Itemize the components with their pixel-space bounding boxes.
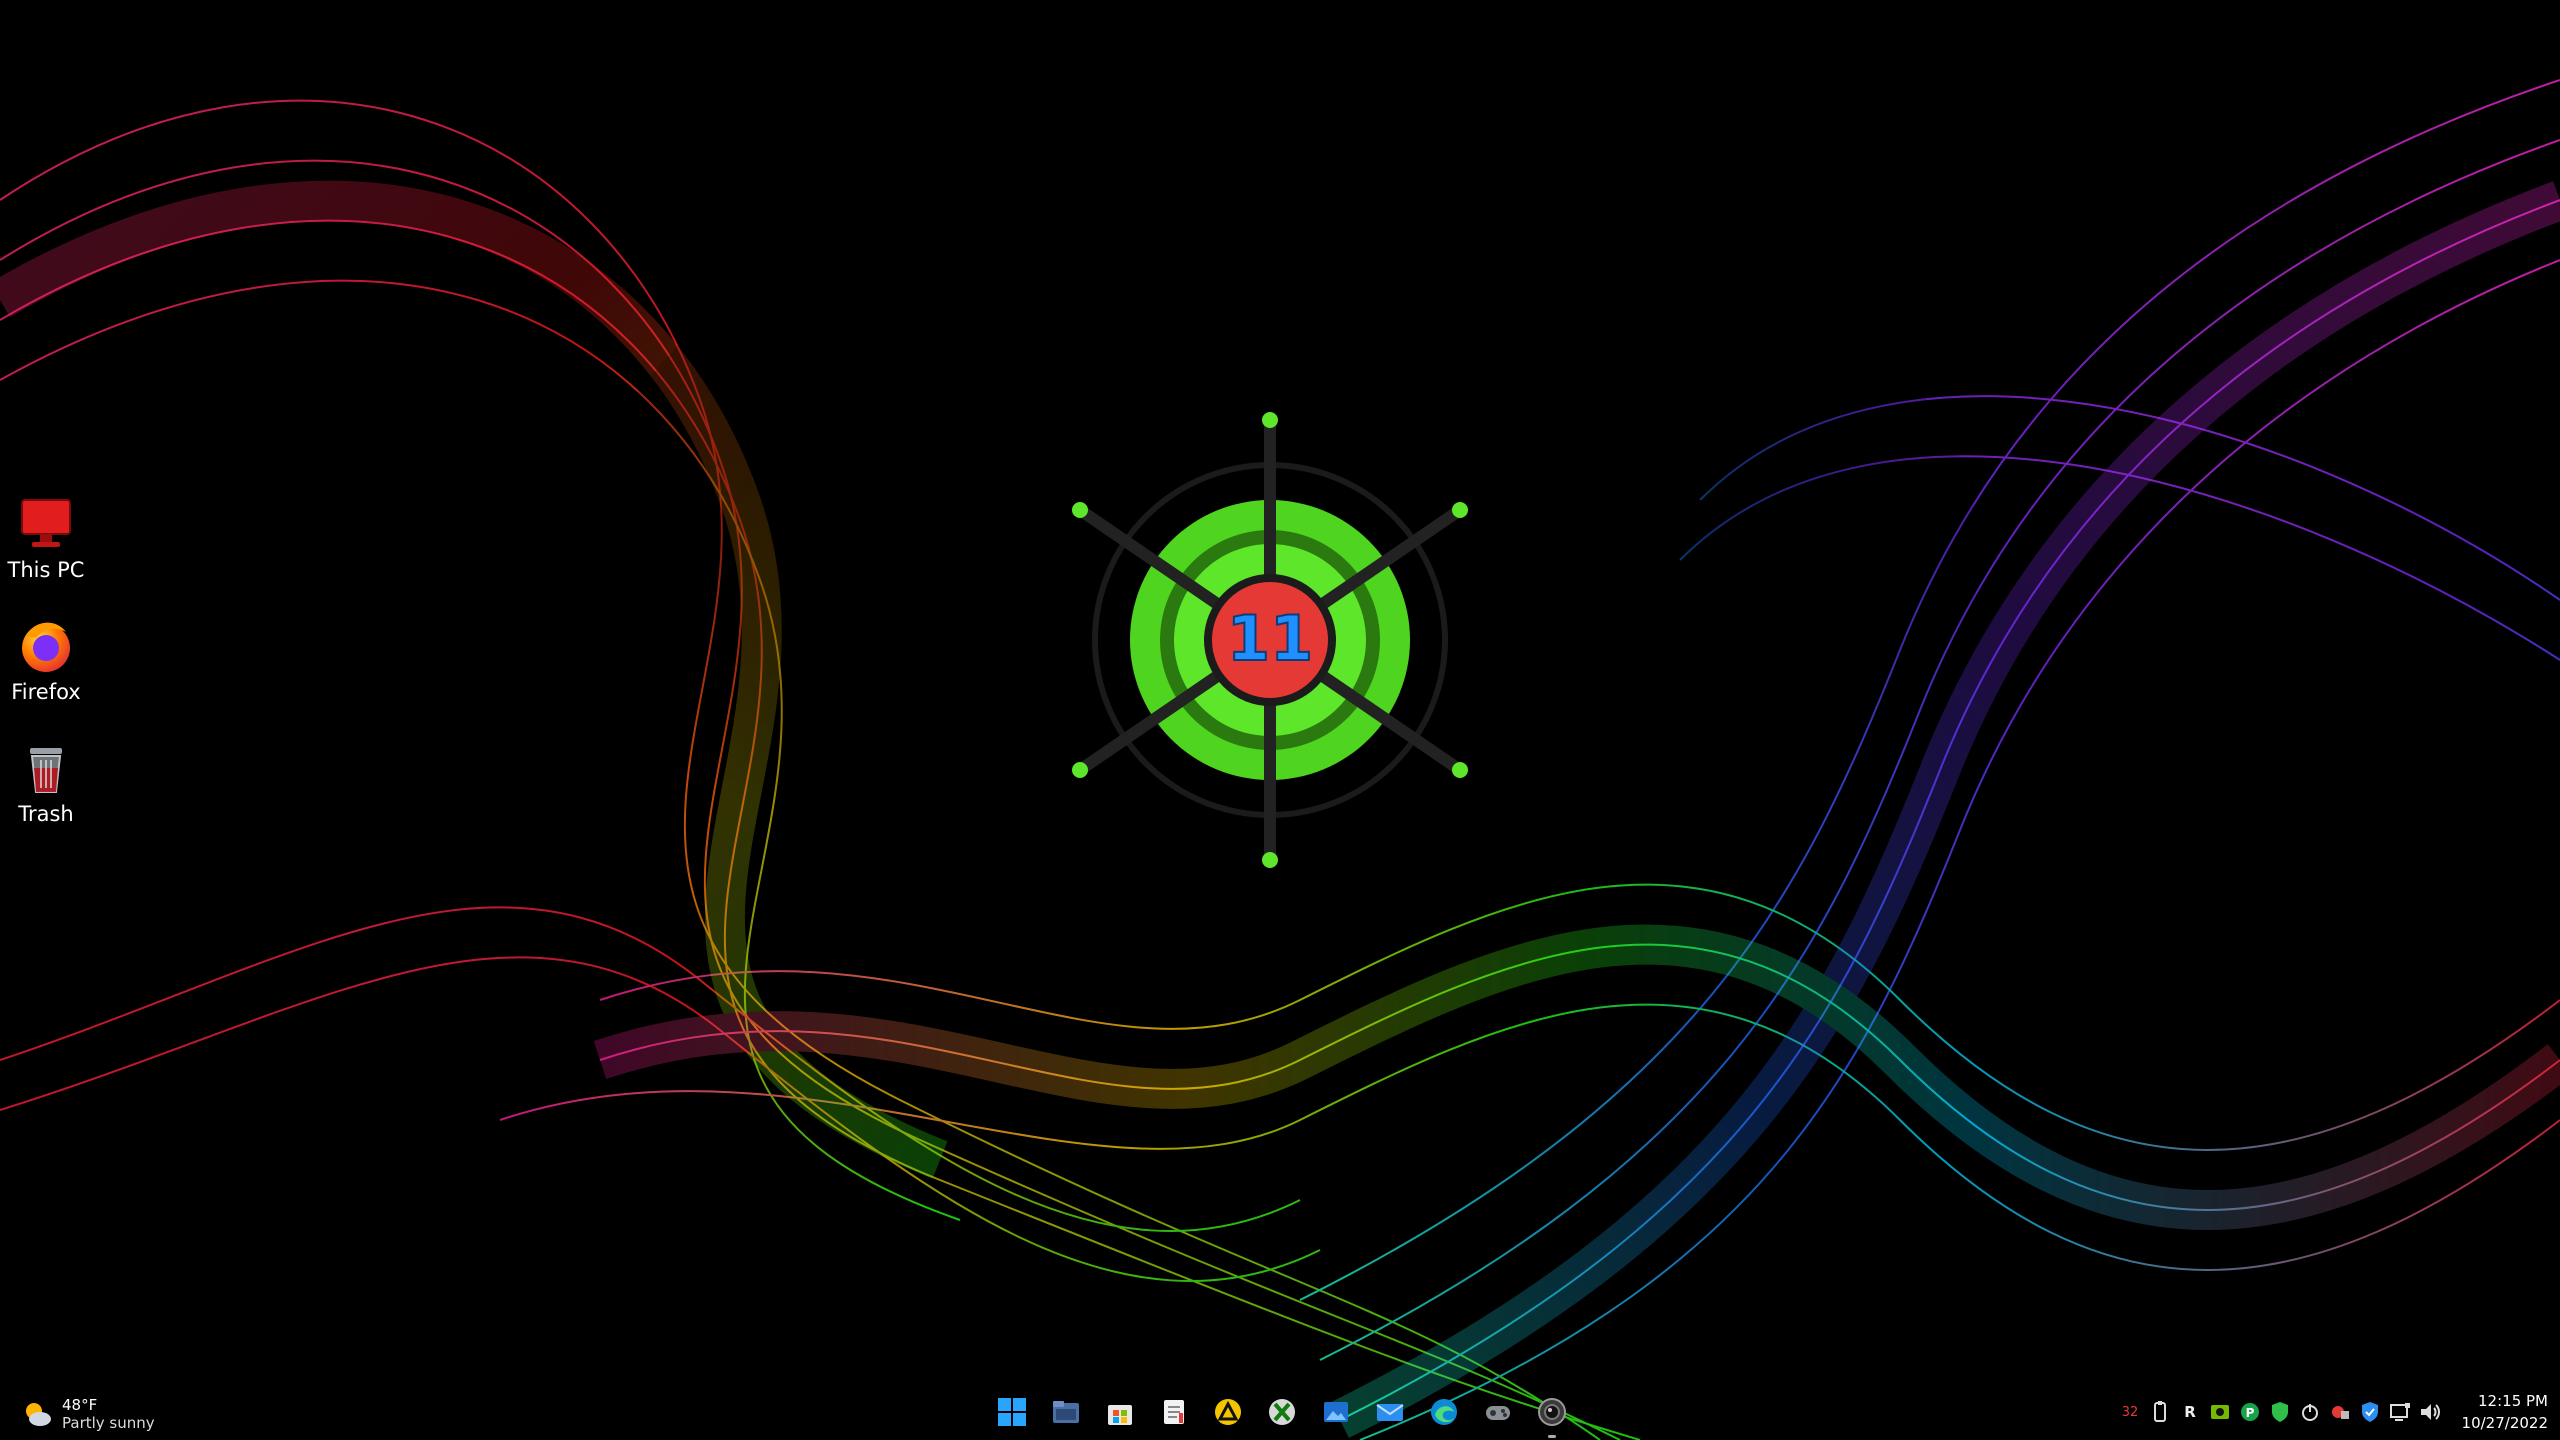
p-icon[interactable]: P xyxy=(2237,1399,2263,1425)
nvidia-icon[interactable] xyxy=(2207,1399,2233,1425)
taskbar: 48°F Partly sunny 32 R P 12:15 PM 10/27/… xyxy=(0,1384,2560,1440)
mail-icon xyxy=(1376,1404,1404,1421)
taskbar-file-explorer[interactable] xyxy=(1044,1390,1088,1434)
temperature-icon[interactable]: 32 xyxy=(2117,1399,2143,1425)
desktop-icon-label: Firefox xyxy=(11,680,81,704)
taskbar-photos[interactable] xyxy=(1314,1390,1358,1434)
taskbar-edge[interactable] xyxy=(1422,1390,1466,1434)
usb-icon[interactable] xyxy=(2147,1399,2173,1425)
taskbar-xbox[interactable] xyxy=(1260,1390,1304,1434)
app-r-icon[interactable]: R xyxy=(2177,1399,2203,1425)
power-icon[interactable] xyxy=(2297,1399,2323,1425)
taskbar-triangle-app[interactable] xyxy=(1206,1390,1250,1434)
taskbar-gamepad-app[interactable] xyxy=(1476,1390,1520,1434)
microsoft-store-icon xyxy=(1108,1405,1132,1425)
shield-icon[interactable] xyxy=(2267,1399,2293,1425)
desktop-icon-label: This PC xyxy=(7,558,85,582)
taskbar-microsoft-store[interactable] xyxy=(1098,1390,1142,1434)
monitor-icon xyxy=(16,494,76,554)
weather-widget[interactable]: 48°F Partly sunny xyxy=(22,1394,155,1434)
taskbar-pinned-apps xyxy=(985,1390,1579,1438)
taskbar-clock[interactable]: 12:15 PM 10/27/2022 xyxy=(2448,1390,2548,1434)
xbox-icon xyxy=(1269,1399,1295,1425)
desktop-icon-trash[interactable]: Trash xyxy=(6,738,86,826)
logo-number: 11 xyxy=(1227,602,1313,675)
camera-app-icon xyxy=(1538,1398,1566,1426)
desktop-icon-firefox[interactable]: Firefox xyxy=(6,616,86,704)
defender-icon[interactable] xyxy=(2357,1399,2383,1425)
edge-icon xyxy=(1431,1399,1457,1425)
network-icon[interactable] xyxy=(2387,1399,2413,1425)
partly-sunny-icon xyxy=(22,1399,52,1429)
weather-condition: Partly sunny xyxy=(62,1414,155,1432)
photos-icon xyxy=(1324,1402,1348,1422)
firefox-icon xyxy=(16,616,76,676)
file-explorer-icon xyxy=(1053,1401,1079,1423)
start-button[interactable] xyxy=(990,1390,1034,1434)
volume-icon[interactable] xyxy=(2417,1399,2443,1425)
taskbar-notepad[interactable] xyxy=(1152,1390,1196,1434)
trash-icon xyxy=(16,738,76,798)
windows11-logo: 11 xyxy=(1072,412,1468,868)
svg-text:P: P xyxy=(2246,1406,2255,1420)
clock-date: 10/27/2022 xyxy=(2461,1414,2548,1432)
desktop[interactable]: 11 This PC Firefox Trash 48°F Partly sun… xyxy=(0,0,2560,1440)
taskbar-mail[interactable] xyxy=(1368,1390,1412,1434)
weather-temperature: 48°F xyxy=(62,1396,98,1414)
triangle-app-icon xyxy=(1215,1399,1241,1425)
security-icon[interactable] xyxy=(2327,1399,2353,1425)
gamepad-icon xyxy=(1486,1406,1510,1420)
desktop-icon-this-pc[interactable]: This PC xyxy=(6,494,86,582)
system-tray: 32 R P xyxy=(2115,1396,2445,1428)
desktop-icon-label: Trash xyxy=(18,802,74,826)
windows-start-icon xyxy=(998,1398,1026,1426)
notepad-icon xyxy=(1164,1400,1184,1424)
clock-time: 12:15 PM xyxy=(2478,1392,2548,1410)
taskbar-camera-app[interactable] xyxy=(1530,1390,1574,1438)
